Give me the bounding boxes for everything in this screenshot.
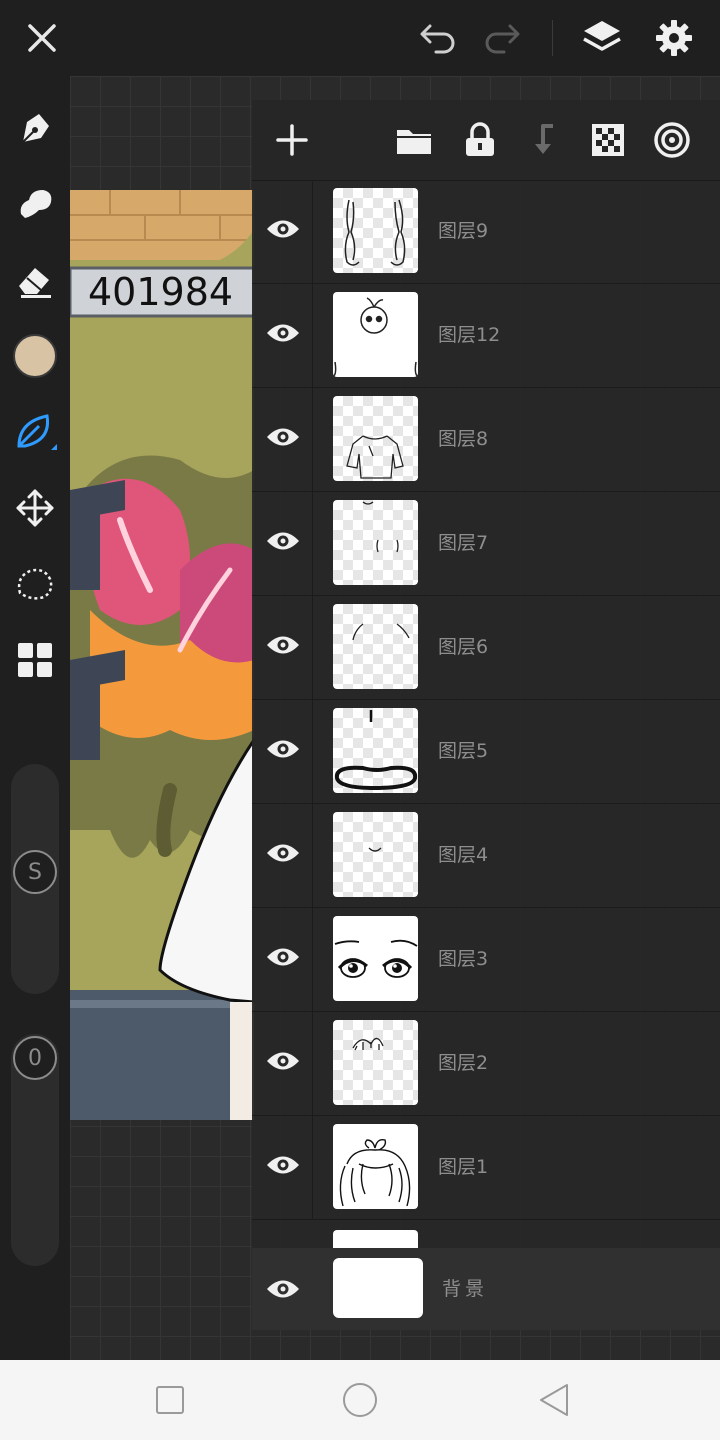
layer-thumbnail (333, 1020, 418, 1105)
visibility-eye-icon[interactable] (262, 312, 304, 354)
canvas-artwork[interactable]: 401984 (70, 190, 254, 1120)
row-divider (312, 180, 313, 283)
left-toolbar: S 0 (0, 76, 70, 1360)
layers-panel: 图层9 图层12 图层8 图层7 图层6 图层5 图层4 图层3 图层2 图层1… (252, 100, 720, 1330)
undo-icon[interactable] (414, 14, 462, 62)
layer-name: 图层3 (438, 948, 489, 970)
layer-row-partial (252, 1220, 720, 1248)
background-thumbnail (333, 1258, 423, 1318)
visibility-eye-icon[interactable] (262, 208, 304, 250)
layer-thumbnail (333, 500, 418, 585)
back-icon[interactable] (532, 1378, 576, 1422)
visibility-eye-icon[interactable] (262, 1040, 304, 1082)
row-divider (312, 700, 313, 803)
size-slider-knob[interactable]: S (13, 850, 57, 894)
visibility-eye-icon[interactable] (262, 416, 304, 458)
layer-thumbnail (333, 292, 418, 377)
color-swatch[interactable] (11, 332, 59, 380)
layer-thumbnail (333, 188, 418, 273)
layer-thumbnail (333, 604, 418, 689)
move-icon[interactable] (11, 484, 59, 532)
layer-row[interactable]: 图层1 (252, 1116, 720, 1220)
leaf-brush-icon[interactable] (11, 408, 59, 456)
redo-icon[interactable] (478, 14, 526, 62)
layer-row[interactable]: 图层3 (252, 908, 720, 1012)
brush-size-slider[interactable]: S (11, 764, 59, 994)
add-icon[interactable] (268, 116, 316, 164)
visibility-eye-icon[interactable] (262, 624, 304, 666)
layer-name: 图层8 (438, 428, 489, 450)
layer-thumbnail (333, 1230, 418, 1248)
layer-name: 图层4 (438, 844, 489, 866)
layer-thumbnail (333, 812, 418, 897)
layer-thumbnail (333, 708, 418, 793)
layers-panel-header (252, 100, 720, 181)
layer-name: 图层5 (438, 740, 489, 762)
close-icon[interactable] (18, 14, 66, 62)
visibility-eye-icon[interactable] (262, 728, 304, 770)
row-divider (312, 1012, 313, 1115)
current-color-icon (13, 334, 57, 378)
layer-name: 图层12 (438, 324, 501, 346)
top-bar (0, 0, 720, 76)
background-layer-name: 背景 (442, 1278, 489, 1300)
visibility-eye-icon[interactable] (262, 832, 304, 874)
eraser-icon[interactable] (11, 256, 59, 304)
visibility-eye-icon[interactable] (262, 1268, 304, 1310)
layer-thumbnail (333, 916, 418, 1001)
lasso-icon[interactable] (11, 560, 59, 608)
layer-row[interactable]: 图层6 (252, 596, 720, 700)
layer-row[interactable]: 图层4 (252, 804, 720, 908)
blend-icon[interactable] (648, 116, 696, 164)
row-divider (312, 492, 313, 595)
layer-thumbnail (333, 396, 418, 481)
row-divider (252, 1220, 720, 1248)
row-divider (312, 596, 313, 699)
layers-icon[interactable] (578, 14, 626, 62)
recents-icon[interactable] (148, 1378, 192, 1422)
merge-down-icon[interactable] (520, 116, 568, 164)
transparency-icon[interactable] (584, 116, 632, 164)
row-divider (312, 284, 313, 387)
background-layer-row[interactable]: 背景 (252, 1248, 720, 1330)
opacity-slider[interactable]: 0 (11, 1034, 59, 1266)
layer-name: 图层6 (438, 636, 489, 658)
top-bar-divider (552, 20, 553, 56)
layer-row[interactable]: 图层7 (252, 492, 720, 596)
home-icon[interactable] (338, 1378, 382, 1422)
row-divider (312, 908, 313, 1011)
grid-menu-icon[interactable] (11, 636, 59, 684)
layer-row[interactable]: 图层12 (252, 284, 720, 388)
row-divider (312, 388, 313, 491)
visibility-eye-icon[interactable] (262, 936, 304, 978)
row-divider (312, 804, 313, 907)
layer-name: 图层2 (438, 1052, 489, 1074)
layer-name: 图层7 (438, 532, 489, 554)
system-nav-bar (0, 1360, 720, 1440)
layer-name: 图层9 (438, 220, 489, 242)
layer-row[interactable]: 图层5 (252, 700, 720, 804)
folder-icon[interactable] (390, 116, 438, 164)
smudge-icon[interactable] (11, 180, 59, 228)
layer-thumbnail (333, 1124, 418, 1209)
row-divider (312, 1116, 313, 1219)
settings-icon[interactable] (650, 14, 698, 62)
score-label: 401984 (88, 270, 234, 314)
layer-row[interactable]: 图层8 (252, 388, 720, 492)
visibility-eye-icon[interactable] (262, 1144, 304, 1186)
visibility-eye-icon[interactable] (262, 520, 304, 562)
opacity-slider-knob[interactable]: 0 (13, 1036, 57, 1080)
pen-icon[interactable] (11, 104, 59, 152)
layer-row[interactable]: 图层9 (252, 180, 720, 284)
layer-row[interactable]: 图层2 (252, 1012, 720, 1116)
lock-icon[interactable] (456, 116, 504, 164)
layer-name: 图层1 (438, 1156, 489, 1178)
